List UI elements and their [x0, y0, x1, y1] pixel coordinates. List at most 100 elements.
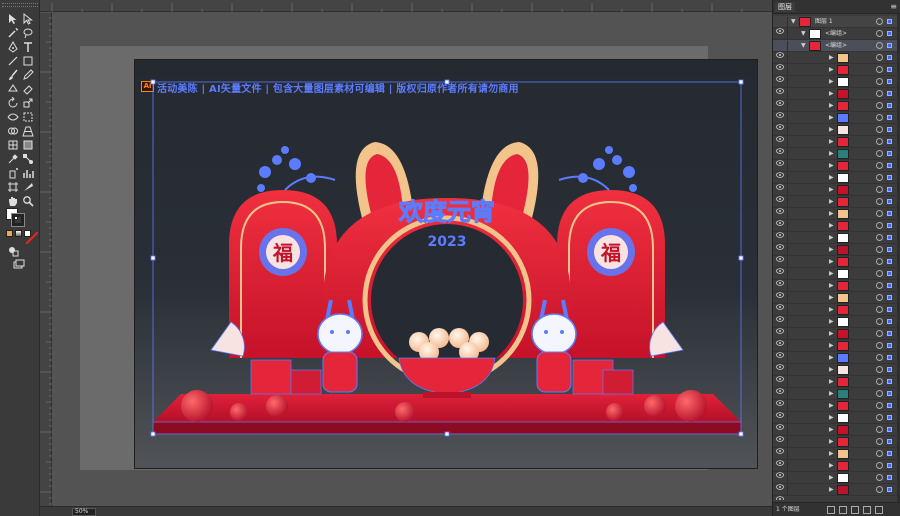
target-icon[interactable]	[876, 486, 883, 493]
visibility-eye-icon[interactable]	[776, 67, 784, 82]
lock-toggle[interactable]	[787, 413, 788, 423]
perspective-grid-tool-icon[interactable]	[21, 124, 35, 138]
target-icon[interactable]	[876, 282, 883, 289]
zoom-tool-icon[interactable]	[21, 194, 35, 208]
target-icon[interactable]	[876, 162, 883, 169]
gradient-tool-icon[interactable]	[21, 138, 35, 152]
shaper-tool-icon[interactable]	[6, 82, 20, 96]
expand-chevron-icon[interactable]: ▶	[829, 138, 835, 146]
target-icon[interactable]	[876, 210, 883, 217]
locate-object-icon[interactable]	[827, 506, 835, 514]
selection-indicator[interactable]	[887, 67, 892, 72]
visibility-eye-icon[interactable]	[776, 475, 784, 490]
expand-chevron-icon[interactable]: ▶	[829, 354, 835, 362]
expand-chevron-icon[interactable]: ▶	[829, 438, 835, 446]
layer-row[interactable]: ▶	[773, 412, 900, 430]
layer-row[interactable]: ▶	[773, 208, 900, 226]
layer-row[interactable]: ▶	[773, 76, 900, 94]
layer-row[interactable]: ▶	[773, 436, 900, 454]
lock-toggle[interactable]	[787, 101, 788, 111]
target-icon[interactable]	[876, 318, 883, 325]
lock-toggle[interactable]	[787, 281, 788, 291]
visibility-eye-icon[interactable]	[776, 55, 784, 70]
layer-row[interactable]: ▶	[773, 256, 900, 274]
expand-chevron-icon[interactable]: ▶	[829, 222, 835, 230]
magic-wand-tool-icon[interactable]	[6, 26, 20, 40]
target-icon[interactable]	[876, 402, 883, 409]
selection-indicator[interactable]	[887, 139, 892, 144]
target-icon[interactable]	[876, 138, 883, 145]
column-graph-tool-icon[interactable]	[21, 166, 35, 180]
expand-chevron-icon[interactable]: ▶	[829, 54, 835, 62]
eyedropper-tool-icon[interactable]	[6, 152, 20, 166]
expand-chevron-icon[interactable]: ▶	[829, 342, 835, 350]
layer-row[interactable]: ▶	[773, 484, 900, 500]
selection-indicator[interactable]	[887, 43, 892, 48]
stage-artwork[interactable]: 福 福 欢度元宵 2023	[135, 60, 759, 470]
visibility-eye-icon[interactable]	[776, 211, 784, 226]
expand-chevron-icon[interactable]: ▶	[829, 462, 835, 470]
layer-row[interactable]: ▶	[773, 472, 900, 490]
lock-toggle[interactable]	[787, 389, 788, 399]
selection-indicator[interactable]	[887, 283, 892, 288]
lock-toggle[interactable]	[787, 377, 788, 387]
expand-chevron-icon[interactable]: ▶	[829, 90, 835, 98]
target-icon[interactable]	[876, 462, 883, 469]
expand-chevron-icon[interactable]: ▶	[829, 150, 835, 158]
eraser-tool-icon[interactable]	[21, 82, 35, 96]
expand-chevron-icon[interactable]: ▶	[829, 294, 835, 302]
lock-toggle[interactable]	[787, 185, 788, 195]
visibility-eye-icon[interactable]	[776, 79, 784, 94]
expand-chevron-icon[interactable]: ▶	[829, 78, 835, 86]
horizontal-ruler[interactable]	[40, 0, 772, 15]
gradient-button[interactable]	[15, 230, 22, 237]
expand-chevron-icon[interactable]: ▶	[829, 186, 835, 194]
selection-indicator[interactable]	[887, 259, 892, 264]
visibility-eye-icon[interactable]	[776, 259, 784, 274]
expand-chevron-icon[interactable]: ▶	[829, 330, 835, 338]
layer-row[interactable]: ▶	[773, 100, 900, 118]
selection-indicator[interactable]	[887, 343, 892, 348]
target-icon[interactable]	[876, 66, 883, 73]
selection-indicator[interactable]	[887, 355, 892, 360]
slice-tool-icon[interactable]	[21, 180, 35, 194]
selection-indicator[interactable]	[887, 307, 892, 312]
layer-name[interactable]: 图层 1	[815, 17, 833, 27]
selection-indicator[interactable]	[887, 187, 892, 192]
expand-chevron-icon[interactable]: ▶	[829, 198, 835, 206]
selection-indicator[interactable]	[887, 79, 892, 84]
target-icon[interactable]	[876, 126, 883, 133]
selection-indicator[interactable]	[887, 451, 892, 456]
expand-chevron-icon[interactable]: ▶	[829, 270, 835, 278]
expand-chevron-icon[interactable]: ▶	[829, 318, 835, 326]
visibility-eye-icon[interactable]	[776, 163, 784, 178]
layer-row[interactable]: ▶	[773, 112, 900, 130]
layer-row[interactable]: ▶	[773, 52, 900, 70]
visibility-eye-icon[interactable]	[776, 439, 784, 454]
target-icon[interactable]	[876, 150, 883, 157]
layer-row[interactable]: ▶	[773, 292, 900, 310]
toolbar-grip[interactable]	[2, 3, 38, 7]
symbol-sprayer-tool-icon[interactable]	[6, 166, 20, 180]
expand-chevron-icon[interactable]: ▶	[829, 162, 835, 170]
target-icon[interactable]	[876, 114, 883, 121]
type-tool-icon[interactable]	[21, 40, 35, 54]
vertical-ruler[interactable]	[40, 11, 52, 506]
selection-indicator[interactable]	[887, 175, 892, 180]
target-icon[interactable]	[876, 354, 883, 361]
expand-chevron-icon[interactable]: ▶	[829, 450, 835, 458]
visibility-eye-icon[interactable]	[776, 91, 784, 106]
layer-row[interactable]: ▶	[773, 64, 900, 82]
lock-toggle[interactable]	[787, 425, 788, 435]
layer-row[interactable]: ▶	[773, 364, 900, 382]
lock-toggle[interactable]	[787, 233, 788, 243]
visibility-eye-icon[interactable]	[776, 283, 784, 298]
target-icon[interactable]	[876, 378, 883, 385]
visibility-eye-icon[interactable]	[776, 115, 784, 130]
hand-tool-icon[interactable]	[6, 194, 20, 208]
target-icon[interactable]	[876, 246, 883, 253]
panel-menu-icon[interactable]: ≡	[890, 2, 897, 12]
visibility-eye-icon[interactable]	[776, 235, 784, 250]
layer-name[interactable]: <编组>	[825, 41, 847, 51]
lock-toggle[interactable]	[787, 89, 788, 99]
